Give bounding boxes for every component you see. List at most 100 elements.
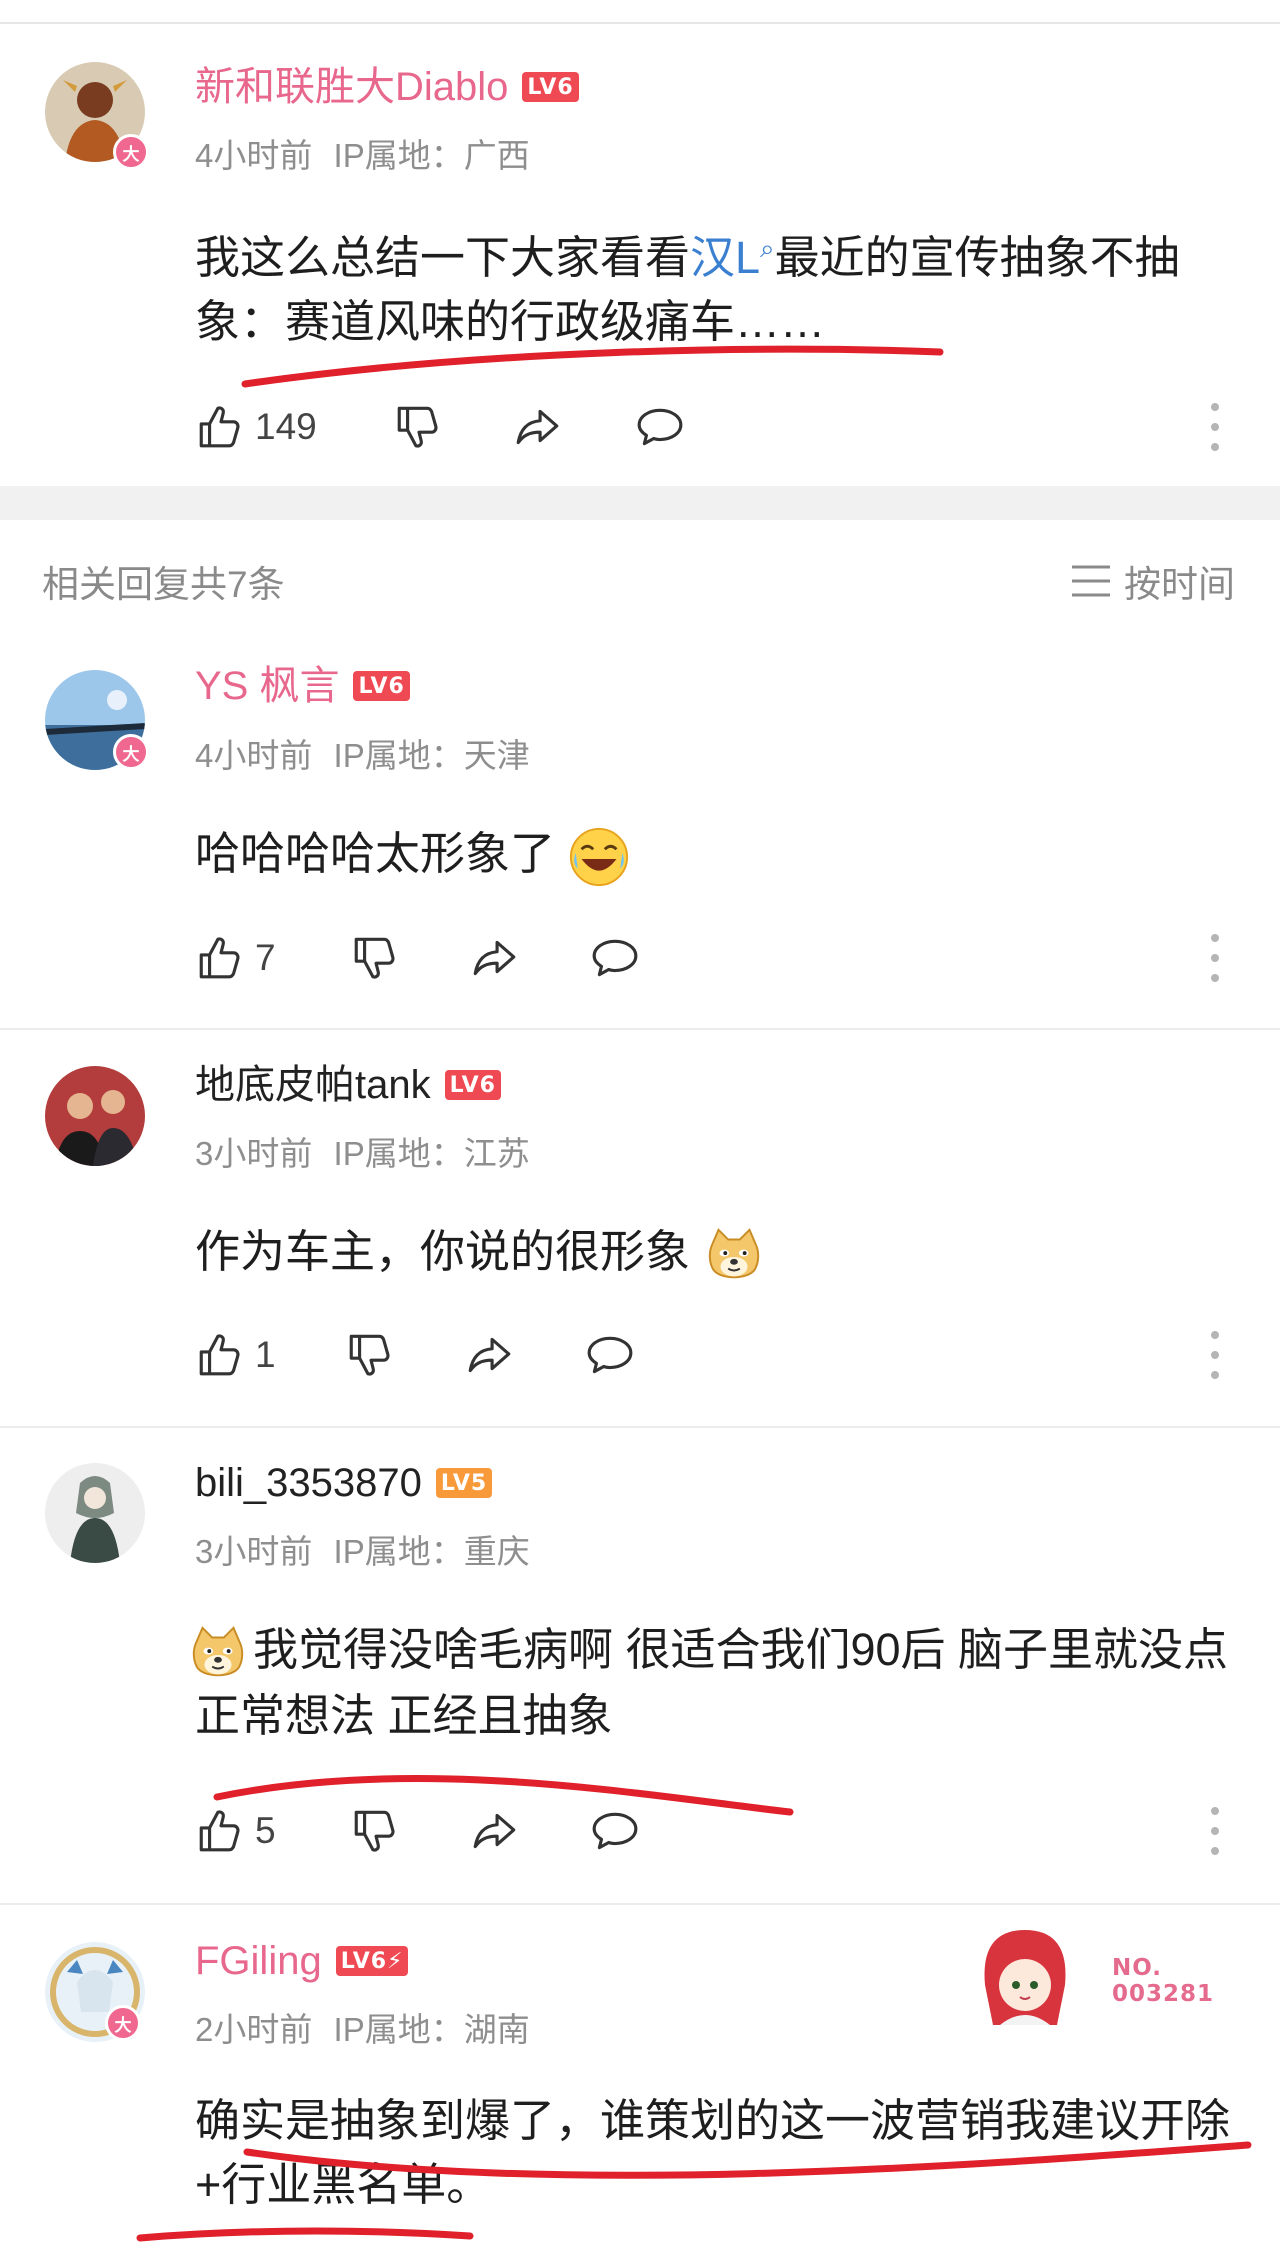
level-badge: LV5	[435, 1468, 493, 1498]
avatar[interactable]	[45, 1463, 145, 1563]
laugh-cry-emoji-icon	[568, 826, 630, 888]
thumbs-down-icon	[393, 402, 443, 452]
share-button[interactable]	[470, 1801, 520, 1861]
share-arrow-icon	[470, 1806, 520, 1856]
username-row: bili_3353870 LV5	[195, 1459, 493, 1507]
level-badge: LV6	[522, 72, 579, 102]
like-count: 5	[255, 1810, 276, 1851]
dislike-button[interactable]	[393, 397, 443, 457]
sort-lines-icon	[1072, 565, 1110, 597]
username-row: YS 枫言 LV6	[195, 662, 410, 710]
dislike-button[interactable]	[350, 928, 400, 988]
dislike-button[interactable]	[350, 1801, 400, 1861]
vip-badge: 大	[105, 2005, 141, 2041]
sort-label: 按时间	[1124, 564, 1235, 605]
reply-button[interactable]	[590, 928, 640, 988]
thumbs-down-icon	[350, 933, 400, 983]
comment-text-part: 作为车主，你说的很形象	[195, 1226, 691, 1277]
like-count: 1	[255, 1334, 276, 1375]
replies-header: 相关回复共7条 按时间	[0, 548, 1280, 608]
like-button[interactable]: 149	[195, 397, 317, 457]
reply-button[interactable]	[590, 1801, 640, 1861]
more-vertical-icon[interactable]	[1210, 934, 1220, 982]
doge-emoji-icon	[703, 1224, 765, 1286]
thumbs-up-icon	[195, 1330, 245, 1380]
divider	[0, 1028, 1280, 1030]
thumbs-down-icon	[345, 1330, 395, 1380]
more-vertical-icon[interactable]	[1210, 1807, 1220, 1855]
like-count: 149	[255, 406, 317, 447]
username-row: FGiling LV6⚡	[195, 1937, 409, 1985]
ip-location: 重庆	[463, 1533, 530, 1570]
ip-label: IP属地：	[333, 1135, 464, 1172]
comment-meta: 3小时前 IP属地：江苏	[195, 1134, 530, 1174]
like-button[interactable]: 7	[195, 928, 276, 988]
thumbs-up-icon	[195, 402, 245, 452]
username-row: 地底皮帕tank LV6	[195, 1061, 501, 1109]
chat-bubble-icon	[590, 933, 640, 983]
fan-number-label: NO. 003281	[1112, 1955, 1215, 2007]
red-underline	[136, 2227, 474, 2242]
comment-meta: 2小时前 IP属地：湖南	[195, 2010, 530, 2050]
doge-emoji-icon	[187, 1622, 249, 1684]
like-count: 7	[255, 937, 276, 978]
comment-actions: 7	[195, 928, 1265, 988]
top-separator	[0, 0, 1280, 24]
chat-bubble-icon	[585, 1330, 635, 1380]
red-underline	[241, 345, 944, 388]
ip-label: IP属地：	[333, 1533, 464, 1570]
comment-text-part: 确实是抽象到爆了，谁策划的这一波营销我建议开除+行业黑名单。	[195, 2095, 1231, 2210]
level-badge: LV6	[353, 671, 410, 701]
level-badge: LV6	[444, 1070, 501, 1100]
username[interactable]: 地底皮帕tank	[195, 1061, 431, 1109]
comment-text: 作为车主，你说的很形象	[195, 1220, 1245, 1286]
avatar[interactable]	[45, 1066, 145, 1166]
comment-time: 3小时前	[195, 1533, 313, 1570]
comment-text-part: 我觉得没啥毛病啊 很适合我们90后 脑子里就没点正常想法 正经且抽象	[195, 1624, 1229, 1742]
like-button[interactable]: 5	[195, 1801, 276, 1861]
share-arrow-icon	[465, 1330, 515, 1380]
search-icon[interactable]: ⌕	[760, 233, 775, 263]
username-row: 新和联胜大Diablo LV6	[195, 63, 579, 111]
vip-badge: 大	[113, 734, 149, 770]
comment-text: 我这么总结一下大家看看汉L⌕最近的宣传抽象不抽象：赛道风味的行政级痛车……	[195, 216, 1245, 354]
thumbs-down-icon	[350, 1806, 400, 1856]
sort-toggle[interactable]: 按时间	[1070, 554, 1235, 608]
chat-bubble-icon	[590, 1806, 640, 1856]
thumbs-up-icon	[195, 1806, 245, 1856]
more-vertical-icon[interactable]	[1210, 1331, 1220, 1379]
level-badge: LV6⚡	[335, 1946, 409, 1976]
comment-time: 2小时前	[195, 2011, 313, 2048]
reply-button[interactable]	[635, 397, 685, 457]
like-button[interactable]: 1	[195, 1325, 276, 1385]
vip-badge: 大	[113, 134, 149, 170]
ip-location: 天津	[463, 737, 530, 774]
ip-location: 江苏	[463, 1135, 530, 1172]
section-gap	[0, 486, 1280, 520]
chat-bubble-icon	[635, 402, 685, 452]
thumbs-up-icon	[195, 933, 245, 983]
share-button[interactable]	[470, 928, 520, 988]
ip-location: 广西	[463, 137, 530, 174]
username[interactable]: YS 枫言	[195, 662, 339, 710]
dislike-button[interactable]	[345, 1325, 395, 1385]
search-link[interactable]: 汉L	[690, 232, 760, 283]
ip-label: IP属地：	[333, 737, 464, 774]
more-vertical-icon[interactable]	[1210, 403, 1220, 451]
username[interactable]: 新和联胜大Diablo	[195, 63, 508, 111]
divider	[0, 1426, 1280, 1428]
username[interactable]: FGiling	[195, 1937, 322, 1985]
replies-count: 相关回复共7条	[42, 564, 285, 605]
reply-button[interactable]	[585, 1325, 635, 1385]
username[interactable]: bili_3353870	[195, 1459, 422, 1507]
comment-text: 确实是抽象到爆了，谁策划的这一波营销我建议开除+行业黑名单。	[195, 2089, 1245, 2217]
comment-time: 3小时前	[195, 1135, 313, 1172]
comment-actions: 5	[195, 1801, 1265, 1861]
fan-pendant-image	[960, 1915, 1090, 2045]
comment-text-part: 哈哈哈哈太形象了	[195, 828, 556, 879]
comment-text: 我觉得没啥毛病啊 很适合我们90后 脑子里就没点正常想法 正经且抽象	[195, 1618, 1245, 1748]
comment-meta: 3小时前 IP属地：重庆	[195, 1532, 530, 1572]
share-button[interactable]	[513, 397, 563, 457]
share-button[interactable]	[465, 1325, 515, 1385]
comment-actions: 149	[195, 397, 1265, 457]
